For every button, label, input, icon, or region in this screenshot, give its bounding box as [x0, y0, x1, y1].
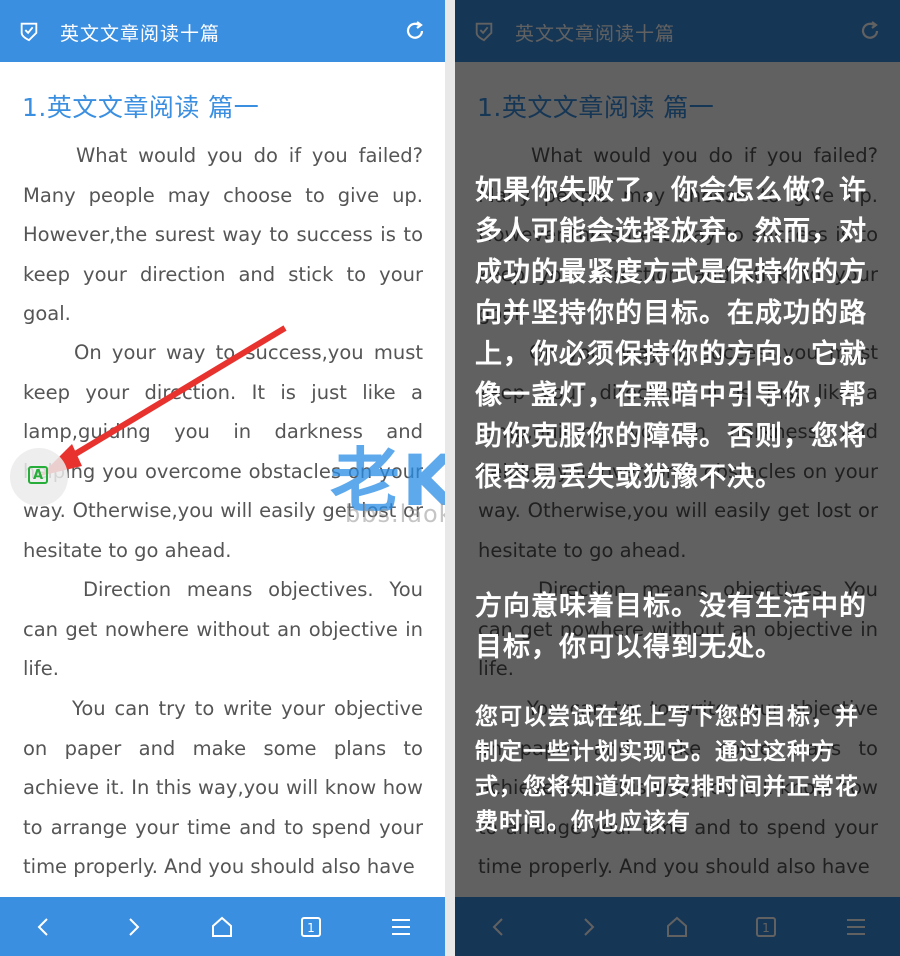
forward-button[interactable]	[118, 912, 148, 942]
bottom-nav-bar: 1	[0, 897, 445, 956]
back-button[interactable]	[29, 912, 59, 942]
tabs-button[interactable]: 1	[296, 912, 326, 942]
tabs-count: 1	[307, 921, 315, 935]
translation-block-3: 您可以尝试在纸上写下您的目标，并制定一些计划实现它。通过这种方式，您将知道如何安…	[475, 704, 859, 835]
translation-block-2: 方向意味着目标。没有生活中的目标，你可以得到无处。	[475, 591, 867, 663]
back-icon	[37, 918, 48, 936]
tabs-icon: 1	[301, 917, 321, 937]
translate-icon: A	[28, 466, 48, 484]
panel-divider	[445, 0, 455, 956]
forward-icon	[129, 918, 140, 936]
reader-panel-original: 英文文章阅读十篇 1.英文文章阅读 篇一 What would you do i…	[0, 0, 445, 956]
menu-icon	[392, 919, 410, 935]
translation-block-1: 如果你失败了，你会怎么做？许多人可能会选择放弃。然而，对成功的最紧度方式是保持你…	[475, 175, 867, 493]
reader-panel-translated: 英文文章阅读十篇 1.英文文章阅读 篇一 What would you do i…	[455, 0, 900, 956]
menu-button[interactable]	[386, 912, 416, 942]
floating-translate-button[interactable]: A	[10, 448, 68, 506]
home-button[interactable]	[207, 912, 237, 942]
home-icon	[212, 916, 232, 937]
